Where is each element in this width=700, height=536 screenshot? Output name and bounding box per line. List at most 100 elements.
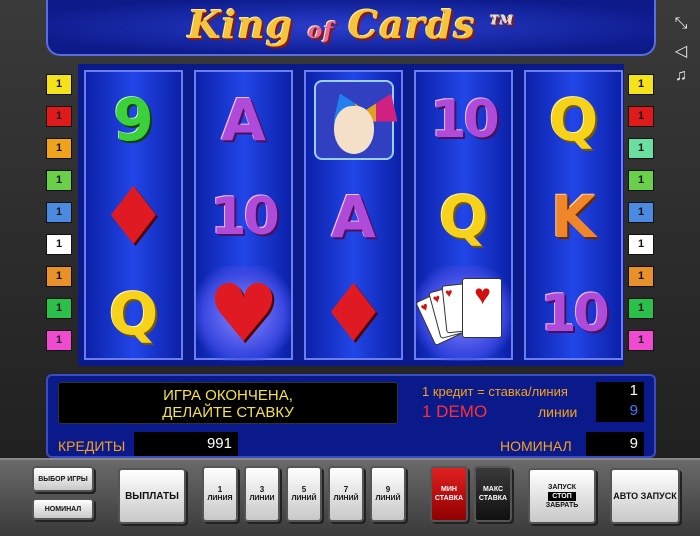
music-icon[interactable]: ♫ <box>670 66 692 86</box>
reel-2-symbol-2: 10 <box>196 169 291 264</box>
autostart-label: АВТО ЗАПУСК <box>613 490 677 501</box>
lines-3-button[interactable]: 3 ЛИНИИ <box>244 466 280 522</box>
lines-9-number: 9 <box>385 485 391 494</box>
line-indicator-right-1: 1 <box>628 74 654 95</box>
symbol-queen: Q <box>438 182 489 251</box>
symbol-ace: A <box>331 182 376 251</box>
card-icon: ♥ <box>461 277 502 338</box>
game-frame: King of Cards TM ⤡ ◁ ♫ 111111111 1111111… <box>0 0 700 536</box>
message-box: ИГРА ОКОНЧЕНА, ДЕЛАЙТЕ СТАВКУ <box>58 382 398 424</box>
reel-4-symbol-2: Q <box>416 169 511 264</box>
lines-7-number: 7 <box>343 485 349 494</box>
reel-1-symbol-2: ♦ <box>86 169 181 264</box>
demo-label: 1 DEMO <box>422 402 488 421</box>
lines-label: линии <box>538 404 578 420</box>
message-line-1: ИГРА ОКОНЧЕНА, <box>163 387 293 404</box>
line-indicator-right-9: 1 <box>628 330 654 351</box>
symbol-ten: 10 <box>430 89 499 150</box>
nominal-label: НОМИНАЛ <box>500 438 572 454</box>
playing-cards-icon: ♥ ♥ ♥ ♥ <box>414 274 504 354</box>
line-indicator-left-9: 1 <box>46 330 72 351</box>
credits-value: 991 <box>134 432 238 456</box>
reel-5: Q K 10 <box>524 70 623 360</box>
reel-4: 10 Q ♥ ♥ ♥ ♥ <box>414 70 513 361</box>
nominal-value: 9 <box>586 432 644 456</box>
line-indicator-left-2: 1 <box>46 106 72 127</box>
reel-2-symbol-1: A <box>196 72 291 167</box>
lines-5-button[interactable]: 5 ЛИНИЙ <box>286 466 322 522</box>
symbol-queen: Q <box>108 279 159 348</box>
credit-rate-label: 1 кредит = ставка/линия <box>422 384 568 399</box>
stop-label: СТОП <box>548 491 576 501</box>
heart-icon: ♥ <box>207 266 280 360</box>
title-part-king: King <box>187 2 294 47</box>
reel-3-symbol-1 <box>306 72 401 167</box>
joker-icon <box>313 79 398 160</box>
line-indicator-left-7: 1 <box>46 266 72 287</box>
credits-label: КРЕДИТЫ <box>58 438 126 454</box>
lines-9-button[interactable]: 9 ЛИНИЙ <box>370 466 406 522</box>
fullscreen-icon[interactable]: ⤡ <box>670 14 692 34</box>
reel-1: 9 ♦ Q <box>84 70 183 360</box>
select-game-button[interactable]: ВЫБОР ИГРЫ <box>32 466 94 492</box>
symbol-nine: 9 <box>113 85 154 154</box>
line-indicators-left: 1 1 1 1 1 1 1 1 1 <box>46 74 72 362</box>
autostart-button[interactable]: АВТО ЗАПУСК <box>610 468 680 524</box>
trademark-mark: TM <box>490 13 515 28</box>
nominal-button[interactable]: НОМИНАЛ <box>32 498 94 520</box>
line-indicator-right-8: 1 <box>628 298 654 319</box>
line-indicator-right-3: 1 <box>628 138 654 159</box>
info-panel: ИГРА ОКОНЧЕНА, ДЕЛАЙТЕ СТАВКУ 1 кредит =… <box>46 374 656 458</box>
reel-1-symbol-1: 9 <box>86 72 181 167</box>
lines-7-button[interactable]: 7 ЛИНИЙ <box>328 466 364 522</box>
lines-3-label: ЛИНИИ <box>249 495 275 502</box>
reel-3: A ♦ <box>304 70 403 360</box>
symbol-queen: Q <box>548 85 599 154</box>
symbol-king: K <box>551 182 596 251</box>
sound-icon[interactable]: ◁ <box>670 42 692 62</box>
line-indicator-right-5: 1 <box>628 202 654 223</box>
lines-value: 9 <box>596 402 644 422</box>
line-indicator-right-6: 1 <box>628 234 654 255</box>
lines-1-label: ЛИНИЯ <box>207 495 233 502</box>
payouts-button[interactable]: ВЫПЛАТЫ <box>118 468 186 524</box>
title-part-cards: Cards <box>347 2 476 47</box>
line-indicator-right-4: 1 <box>628 170 654 191</box>
message-line-2: ДЕЛАЙТЕ СТАВКУ <box>162 404 294 421</box>
symbol-ten: 10 <box>540 283 609 344</box>
line-indicator-left-1: 1 <box>46 74 72 95</box>
line-indicator-left-3: 1 <box>46 138 72 159</box>
reel-3-symbol-2: A <box>306 169 401 264</box>
game-title: King of Cards TM <box>48 2 654 47</box>
line-indicator-left-6: 1 <box>46 234 72 255</box>
diamond-icon: ♦ <box>97 169 170 263</box>
reel-1-symbol-3: Q <box>86 266 181 361</box>
line-indicator-left-8: 1 <box>46 298 72 319</box>
lines-7-label: ЛИНИЙ <box>333 495 359 502</box>
max-bet-button[interactable]: МАКС СТАВКА <box>474 466 512 522</box>
credit-rate-value: 1 <box>596 382 644 402</box>
lines-3-number: 3 <box>259 485 265 494</box>
reel-4-symbol-3: ♥ ♥ ♥ ♥ <box>414 266 511 361</box>
line-indicator-left-4: 1 <box>46 170 72 191</box>
nominal-button-label: НОМИНАЛ <box>44 505 82 513</box>
take-label: ЗАБРАТЬ <box>545 501 579 509</box>
lines-5-number: 5 <box>301 485 307 494</box>
min-bet-button[interactable]: МИН СТАВКА <box>430 466 468 522</box>
title-banner: King of Cards TM <box>46 0 656 56</box>
min-bet-label: МИН СТАВКА <box>434 486 464 502</box>
lines-1-number: 1 <box>217 485 223 494</box>
symbol-ten: 10 <box>210 186 279 247</box>
line-indicator-right-7: 1 <box>628 266 654 287</box>
max-bet-label: МАКС СТАВКА <box>478 486 508 502</box>
start-stop-take-button[interactable]: ЗАПУСК СТОП ЗАБРАТЬ <box>528 468 596 524</box>
reel-4-symbol-1: 10 <box>416 72 511 167</box>
select-game-label: ВЫБОР ИГРЫ <box>38 475 88 483</box>
payouts-label: ВЫПЛАТЫ <box>125 490 179 502</box>
reels-area: 9 ♦ Q A 10 ♥ A ♦ 10 Q ♥ ♥ ♥ ♥ Q K 10 <box>78 64 624 366</box>
reel-2: A 10 ♥ <box>194 70 293 361</box>
lines-9-label: ЛИНИЙ <box>375 495 401 502</box>
line-indicator-right-2: 1 <box>628 106 654 127</box>
lines-1-button[interactable]: 1 ЛИНИЯ <box>202 466 238 522</box>
start-label: ЗАПУСК <box>547 483 577 491</box>
